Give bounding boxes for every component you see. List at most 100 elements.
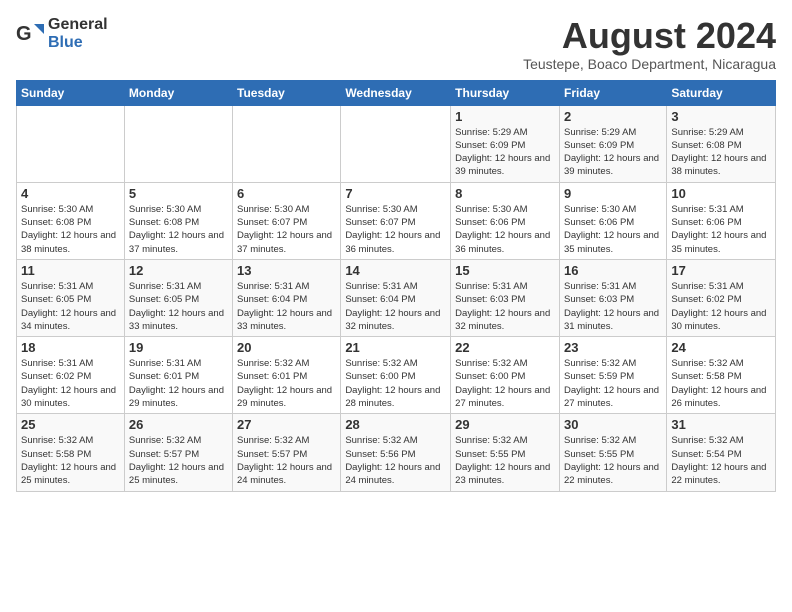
- weekday-header-monday: Monday: [124, 80, 232, 105]
- day-info: Sunrise: 5:30 AM Sunset: 6:08 PM Dayligh…: [129, 203, 228, 256]
- weekday-header-wednesday: Wednesday: [341, 80, 451, 105]
- day-number: 1: [455, 109, 555, 124]
- weekday-header-sunday: Sunday: [17, 80, 125, 105]
- calendar-cell: 11 Sunrise: 5:31 AM Sunset: 6:05 PM Dayli…: [17, 259, 125, 336]
- calendar-cell: 31Sunrise: 5:32 AM Sunset: 5:54 PM Dayli…: [667, 414, 776, 491]
- day-info: Sunrise: 5:31 AM Sunset: 6:02 PM Dayligh…: [671, 280, 771, 333]
- day-info: Sunrise: 5:29 AM Sunset: 6:09 PM Dayligh…: [455, 126, 555, 179]
- calendar-cell: 20Sunrise: 5:32 AM Sunset: 6:01 PM Dayli…: [233, 337, 341, 414]
- calendar-cell: 10 Sunrise: 5:31 AM Sunset: 6:06 PM Dayli…: [667, 182, 776, 259]
- calendar-cell: 27Sunrise: 5:32 AM Sunset: 5:57 PM Dayli…: [233, 414, 341, 491]
- calendar-cell: 12 Sunrise: 5:31 AM Sunset: 6:05 PM Dayli…: [124, 259, 232, 336]
- calendar-table: SundayMondayTuesdayWednesdayThursdayFrid…: [16, 80, 776, 492]
- calendar-cell: 30Sunrise: 5:32 AM Sunset: 5:55 PM Dayli…: [559, 414, 666, 491]
- calendar-week-4: 25 Sunrise: 5:32 AM Sunset: 5:58 PM Dayli…: [17, 414, 776, 491]
- calendar-week-1: 4 Sunrise: 5:30 AM Sunset: 6:08 PM Daylig…: [17, 182, 776, 259]
- calendar-cell: 19 Sunrise: 5:31 AM Sunset: 6:01 PM Dayli…: [124, 337, 232, 414]
- day-info: Sunrise: 5:31 AM Sunset: 6:04 PM Dayligh…: [237, 280, 336, 333]
- day-info: Sunrise: 5:31 AM Sunset: 6:02 PM Dayligh…: [21, 357, 120, 410]
- day-info: Sunrise: 5:30 AM Sunset: 6:07 PM Dayligh…: [237, 203, 336, 256]
- day-number: 2: [564, 109, 662, 124]
- day-number: 12: [129, 263, 228, 278]
- weekday-header-saturday: Saturday: [667, 80, 776, 105]
- day-info: Sunrise: 5:31 AM Sunset: 6:03 PM Dayligh…: [455, 280, 555, 333]
- day-number: 16: [564, 263, 662, 278]
- day-number: 19: [129, 340, 228, 355]
- day-info: Sunrise: 5:30 AM Sunset: 6:07 PM Dayligh…: [345, 203, 446, 256]
- calendar-cell: 15 Sunrise: 5:31 AM Sunset: 6:03 PM Dayli…: [451, 259, 560, 336]
- day-number: 13: [237, 263, 336, 278]
- day-info: Sunrise: 5:32 AM Sunset: 5:58 PM Dayligh…: [21, 434, 120, 487]
- day-info: Sunrise: 5:32 AM Sunset: 5:59 PM Dayligh…: [564, 357, 662, 410]
- day-number: 6: [237, 186, 336, 201]
- day-number: 3: [671, 109, 771, 124]
- calendar-cell: 23Sunrise: 5:32 AM Sunset: 5:59 PM Dayli…: [559, 337, 666, 414]
- calendar-week-0: 1 Sunrise: 5:29 AM Sunset: 6:09 PM Daylig…: [17, 105, 776, 182]
- day-number: 20: [237, 340, 336, 355]
- logo-blue: Blue: [48, 34, 83, 51]
- calendar-cell: 25 Sunrise: 5:32 AM Sunset: 5:58 PM Dayli…: [17, 414, 125, 491]
- weekday-header-tuesday: Tuesday: [233, 80, 341, 105]
- calendar-cell: 3 Sunrise: 5:29 AM Sunset: 6:08 PM Daylig…: [667, 105, 776, 182]
- calendar-cell: 17 Sunrise: 5:31 AM Sunset: 6:02 PM Dayli…: [667, 259, 776, 336]
- day-info: Sunrise: 5:29 AM Sunset: 6:08 PM Dayligh…: [671, 126, 771, 179]
- day-info: Sunrise: 5:31 AM Sunset: 6:01 PM Dayligh…: [129, 357, 228, 410]
- calendar-cell: 2 Sunrise: 5:29 AM Sunset: 6:09 PM Daylig…: [559, 105, 666, 182]
- day-number: 27: [237, 417, 336, 432]
- day-number: 9: [564, 186, 662, 201]
- day-info: Sunrise: 5:32 AM Sunset: 5:58 PM Dayligh…: [671, 357, 771, 410]
- calendar-cell: 13 Sunrise: 5:31 AM Sunset: 6:04 PM Dayli…: [233, 259, 341, 336]
- title-block: August 2024 Teustepe, Boaco Department, …: [523, 16, 776, 72]
- calendar-cell: 8 Sunrise: 5:30 AM Sunset: 6:06 PM Daylig…: [451, 182, 560, 259]
- calendar-body: 1 Sunrise: 5:29 AM Sunset: 6:09 PM Daylig…: [17, 105, 776, 491]
- day-number: 11: [21, 263, 120, 278]
- calendar-cell: 21Sunrise: 5:32 AM Sunset: 6:00 PM Dayli…: [341, 337, 451, 414]
- day-number: 18: [21, 340, 120, 355]
- day-info: Sunrise: 5:29 AM Sunset: 6:09 PM Dayligh…: [564, 126, 662, 179]
- calendar-cell: 26Sunrise: 5:32 AM Sunset: 5:57 PM Dayli…: [124, 414, 232, 491]
- calendar-cell: 7 Sunrise: 5:30 AM Sunset: 6:07 PM Daylig…: [341, 182, 451, 259]
- day-number: 8: [455, 186, 555, 201]
- day-number: 17: [671, 263, 771, 278]
- day-number: 15: [455, 263, 555, 278]
- day-number: 10: [671, 186, 771, 201]
- day-info: Sunrise: 5:31 AM Sunset: 6:03 PM Dayligh…: [564, 280, 662, 333]
- day-info: Sunrise: 5:32 AM Sunset: 5:54 PM Dayligh…: [671, 434, 771, 487]
- calendar-week-2: 11 Sunrise: 5:31 AM Sunset: 6:05 PM Dayli…: [17, 259, 776, 336]
- day-number: 24: [671, 340, 771, 355]
- calendar-cell: 1 Sunrise: 5:29 AM Sunset: 6:09 PM Daylig…: [451, 105, 560, 182]
- day-info: Sunrise: 5:31 AM Sunset: 6:06 PM Dayligh…: [671, 203, 771, 256]
- calendar-header: SundayMondayTuesdayWednesdayThursdayFrid…: [17, 80, 776, 105]
- calendar-cell: [17, 105, 125, 182]
- calendar-cell: 28Sunrise: 5:32 AM Sunset: 5:56 PM Dayli…: [341, 414, 451, 491]
- calendar-cell: 4 Sunrise: 5:30 AM Sunset: 6:08 PM Daylig…: [17, 182, 125, 259]
- calendar-cell: 9Sunrise: 5:30 AM Sunset: 6:06 PM Daylig…: [559, 182, 666, 259]
- day-info: Sunrise: 5:30 AM Sunset: 6:08 PM Dayligh…: [21, 203, 120, 256]
- calendar-cell: 16 Sunrise: 5:31 AM Sunset: 6:03 PM Dayli…: [559, 259, 666, 336]
- day-info: Sunrise: 5:31 AM Sunset: 6:05 PM Dayligh…: [21, 280, 120, 333]
- day-info: Sunrise: 5:32 AM Sunset: 5:57 PM Dayligh…: [129, 434, 228, 487]
- logo: G General Blue: [16, 16, 108, 52]
- calendar-cell: 6 Sunrise: 5:30 AM Sunset: 6:07 PM Daylig…: [233, 182, 341, 259]
- day-info: Sunrise: 5:32 AM Sunset: 6:00 PM Dayligh…: [455, 357, 555, 410]
- calendar-cell: [124, 105, 232, 182]
- day-number: 29: [455, 417, 555, 432]
- calendar-cell: 5Sunrise: 5:30 AM Sunset: 6:08 PM Daylig…: [124, 182, 232, 259]
- weekday-header-friday: Friday: [559, 80, 666, 105]
- calendar-cell: [233, 105, 341, 182]
- day-info: Sunrise: 5:30 AM Sunset: 6:06 PM Dayligh…: [455, 203, 555, 256]
- calendar-cell: 29 Sunrise: 5:32 AM Sunset: 5:55 PM Dayli…: [451, 414, 560, 491]
- weekday-row: SundayMondayTuesdayWednesdayThursdayFrid…: [17, 80, 776, 105]
- day-number: 7: [345, 186, 446, 201]
- calendar-title: August 2024: [523, 16, 776, 56]
- day-info: Sunrise: 5:32 AM Sunset: 5:55 PM Dayligh…: [455, 434, 555, 487]
- day-number: 25: [21, 417, 120, 432]
- logo-icon: G: [16, 20, 44, 48]
- day-info: Sunrise: 5:31 AM Sunset: 6:05 PM Dayligh…: [129, 280, 228, 333]
- calendar-subtitle: Teustepe, Boaco Department, Nicaragua: [523, 56, 776, 72]
- calendar-cell: 14Sunrise: 5:31 AM Sunset: 6:04 PM Dayli…: [341, 259, 451, 336]
- svg-text:G: G: [16, 23, 32, 45]
- day-number: 4: [21, 186, 120, 201]
- day-info: Sunrise: 5:32 AM Sunset: 5:56 PM Dayligh…: [345, 434, 446, 487]
- day-info: Sunrise: 5:31 AM Sunset: 6:04 PM Dayligh…: [345, 280, 446, 333]
